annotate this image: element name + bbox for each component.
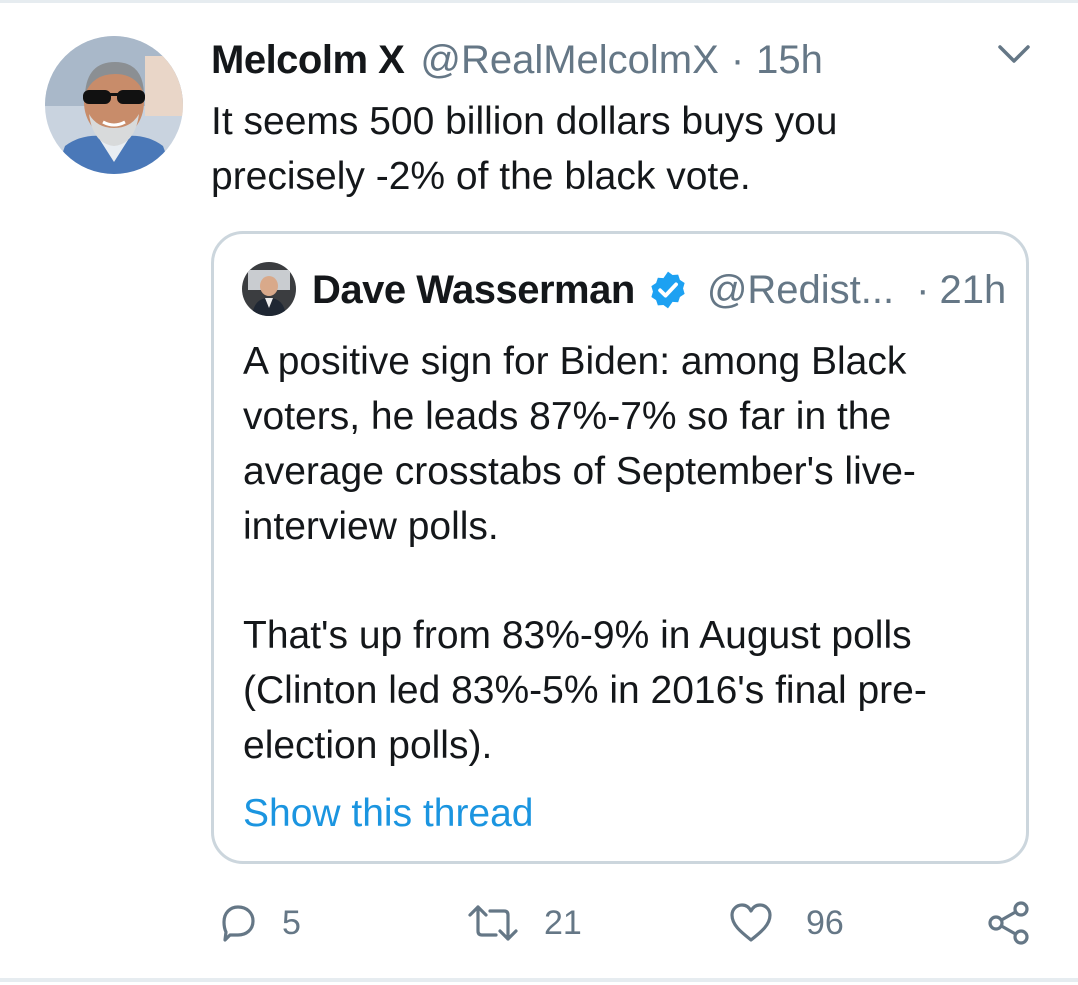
quoted-tweet-paragraph-1: A positive sign for Biden: among Black v… bbox=[243, 340, 916, 548]
separator-dot: · bbox=[916, 267, 930, 312]
separator-dot: · bbox=[730, 37, 745, 82]
quoted-author-handle[interactable]: @Redist... bbox=[707, 268, 894, 313]
quoted-author-name[interactable]: Dave Wasserman bbox=[312, 268, 635, 313]
retweet-button[interactable]: 21 bbox=[466, 893, 582, 953]
share-icon bbox=[988, 901, 1029, 945]
author-handle[interactable]: @RealMelcolmX bbox=[420, 38, 718, 83]
top-divider bbox=[0, 0, 1078, 3]
heart-icon bbox=[730, 903, 772, 942]
show-thread-link[interactable]: Show this thread bbox=[243, 786, 534, 841]
quoted-tweet-card[interactable]: Dave Wasserman @Redist... · 21h A positi… bbox=[211, 231, 1029, 864]
share-button[interactable] bbox=[986, 893, 1032, 953]
quoted-author-avatar[interactable] bbox=[242, 262, 296, 316]
bottom-divider bbox=[0, 978, 1078, 982]
like-count: 96 bbox=[806, 903, 844, 942]
verified-badge-icon bbox=[651, 271, 685, 309]
tweet-timestamp[interactable]: 15h bbox=[756, 38, 823, 83]
reply-icon bbox=[222, 905, 255, 942]
quoted-tweet-paragraph-2: That's up from 83%-9% in August polls (C… bbox=[243, 614, 927, 767]
chevron-down-icon[interactable] bbox=[994, 40, 1034, 68]
tweet-actions-bar: 5 21 96 bbox=[0, 893, 1078, 953]
author-avatar[interactable] bbox=[45, 36, 183, 174]
retweet-count: 21 bbox=[544, 903, 582, 942]
reply-count: 5 bbox=[282, 903, 301, 942]
tweet-text: It seems 500 billion dollars buys you pr… bbox=[211, 100, 838, 198]
like-button[interactable]: 96 bbox=[728, 893, 844, 953]
quoted-tweet-header: Dave Wasserman @Redist... · 21h bbox=[312, 264, 1006, 316]
tweet-header: Melcolm X @RealMelcolmX · 15h bbox=[211, 36, 823, 84]
author-name[interactable]: Melcolm X bbox=[211, 38, 405, 83]
reply-button[interactable]: 5 bbox=[216, 893, 301, 953]
retweet-icon bbox=[468, 905, 518, 941]
quoted-tweet-timestamp[interactable]: 21h bbox=[939, 268, 1006, 313]
